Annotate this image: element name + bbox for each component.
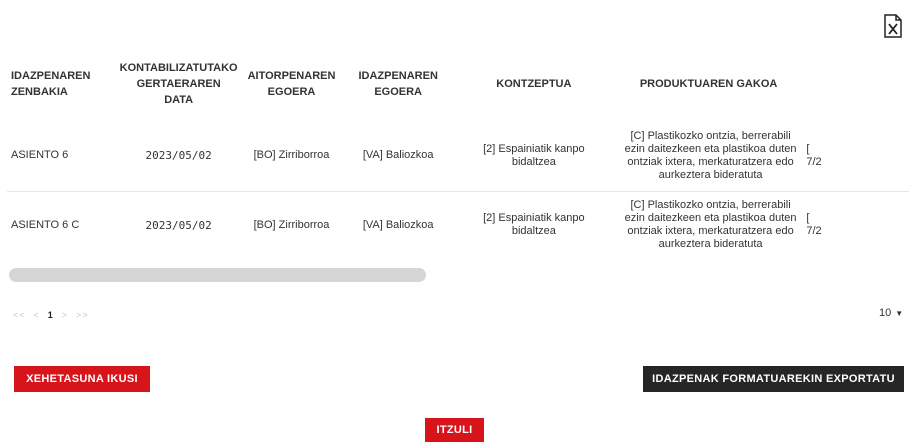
col-header-cut-off <box>806 48 909 120</box>
first-page-link[interactable]: << <box>13 310 26 320</box>
table-row[interactable]: ASIENTO 6 C 2023/05/02 [BO] Zirriborroa … <box>7 192 909 259</box>
next-page-link[interactable]: > <box>62 310 68 320</box>
col-header-date[interactable]: KONTABILIZATUTAKO GERTAERAREN DATA <box>114 48 244 120</box>
cell-declaration-status: [BO] Zirriborroa <box>253 218 330 231</box>
col-header-entry-status[interactable]: IDAZPENAREN EGOERA <box>339 48 457 120</box>
col-header-product-key[interactable]: PRODUKTUAREN GAKOA <box>611 48 807 120</box>
view-detail-button[interactable]: XEHETASUNA IKUSI <box>14 366 150 392</box>
col-header-entry-number[interactable]: IDAZPENAREN ZENBAKIA <box>7 48 114 120</box>
page-size-value: 10 <box>879 307 892 319</box>
cell-declaration-status: [BO] Zirriborroa <box>243 120 340 192</box>
table-row[interactable]: ASIENTO 6 2023/05/02 [BO] Zirriborroa [V… <box>7 120 909 192</box>
cell-entry-number: ASIENTO 6 C <box>11 218 80 231</box>
cell-entry-status: [VA] Baliozkoa <box>339 120 457 192</box>
cell-cut-off: [ 7/2 <box>806 120 909 192</box>
table-header-row: IDAZPENAREN ZENBAKIA KONTABILIZATUTAKO G… <box>7 48 909 120</box>
cell-date: 2023/05/02 <box>145 218 212 232</box>
cell-concept: [2] Espainiatik kanpo bidaltzea <box>483 212 585 237</box>
page-size-select[interactable]: 10 ▼ <box>879 307 903 319</box>
cell-product-key: [C] Plastikozko ontzia, berrerabili ezin… <box>610 120 807 192</box>
cell-concept: [2] Espainiatik kanpo bidaltzea <box>456 120 611 192</box>
excel-export-icon[interactable] <box>884 14 902 38</box>
cell-cut-off: [ 7/2 <box>806 212 822 237</box>
entries-table: IDAZPENAREN ZENBAKIA KONTABILIZATUTAKO G… <box>7 48 909 258</box>
chevron-down-icon: ▼ <box>895 308 904 318</box>
export-formatted-button[interactable]: IDAZPENAK FORMATUAREKIN EXPORTATU <box>643 366 904 392</box>
back-button[interactable]: ITZULI <box>425 418 484 442</box>
pagination: << < 1 > >> <box>13 310 89 320</box>
prev-page-link[interactable]: < <box>34 310 40 320</box>
col-header-concept[interactable]: KONTZEPTUA <box>457 48 611 120</box>
horizontal-scrollbar[interactable] <box>9 268 426 282</box>
current-page[interactable]: 1 <box>48 310 54 320</box>
col-header-declaration-status[interactable]: AITORPENAREN EGOERA <box>244 48 340 120</box>
last-page-link[interactable]: >> <box>76 310 89 320</box>
cell-date: 2023/05/02 <box>113 120 244 192</box>
cell-entry-number: ASIENTO 6 <box>7 120 114 192</box>
cell-product-key: [C] Plastikozko ontzia, berrerabili ezin… <box>624 199 797 250</box>
cell-entry-status: [VA] Baliozkoa <box>362 218 434 231</box>
